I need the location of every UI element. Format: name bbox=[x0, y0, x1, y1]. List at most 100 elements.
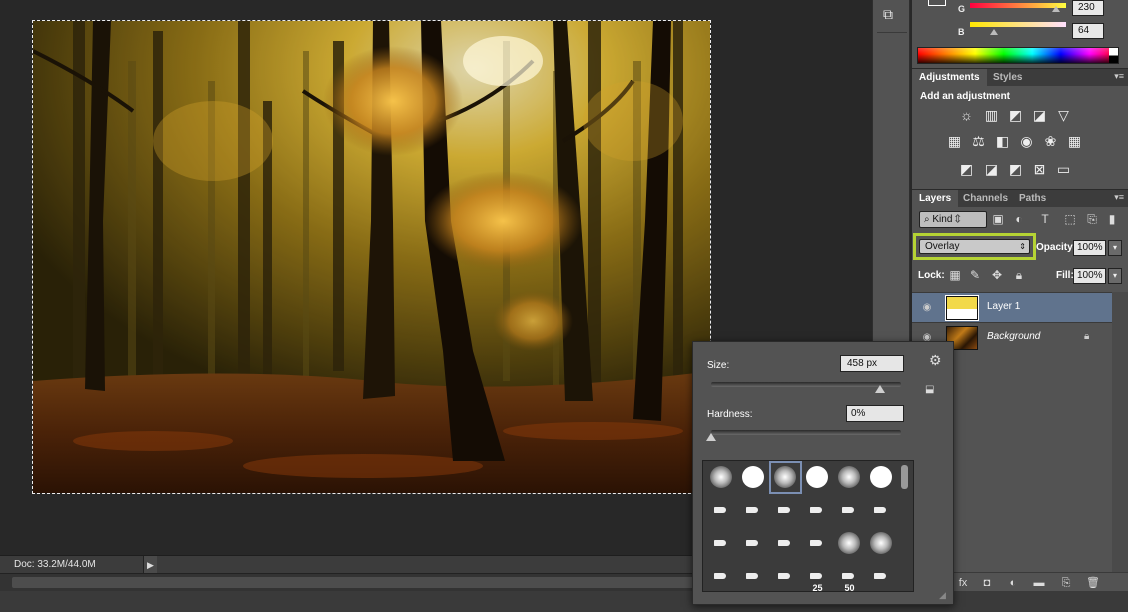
new-layer-icon[interactable]: ⎘ bbox=[1059, 576, 1073, 590]
tab-layers[interactable]: Layers bbox=[912, 190, 959, 208]
layer-name[interactable]: Layer 1 bbox=[987, 301, 1020, 312]
brush-preset[interactable] bbox=[801, 527, 834, 560]
status-menu-arrow-icon[interactable]: ▶ bbox=[143, 556, 157, 574]
forest-photo-canvas[interactable] bbox=[32, 20, 711, 494]
brush-preset[interactable] bbox=[865, 494, 898, 527]
lock-transparent-pixels-icon[interactable]: ▦ bbox=[948, 268, 962, 282]
brush-preset[interactable] bbox=[833, 527, 866, 560]
selective-color-icon[interactable]: ⊠ bbox=[1031, 161, 1048, 178]
new-adjustment-layer-icon[interactable]: ◐ bbox=[1006, 576, 1020, 590]
adjustments-panel-menu-icon[interactable]: ▾≡ bbox=[1114, 71, 1124, 82]
lock-image-pixels-icon[interactable]: ✎ bbox=[968, 268, 982, 282]
blend-mode-highlight: Overlay ⇕ bbox=[913, 233, 1036, 260]
green-channel-thumb[interactable] bbox=[1052, 6, 1061, 12]
type-filter-icon[interactable]: T bbox=[1037, 211, 1053, 227]
hue-saturation-icon[interactable]: ▦ bbox=[946, 133, 963, 150]
posterize-icon[interactable]: ◪ bbox=[983, 161, 1000, 178]
curves-icon[interactable]: ◩ bbox=[1007, 107, 1024, 124]
brightness-contrast-icon[interactable]: ☼ bbox=[958, 107, 975, 124]
brush-hardness-label: Hardness: bbox=[707, 409, 753, 420]
new-group-icon[interactable]: ▬ bbox=[1032, 576, 1046, 590]
color-spectrum-bar[interactable] bbox=[917, 47, 1119, 64]
layers-panel-menu-icon[interactable]: ▾≡ bbox=[1114, 192, 1124, 203]
brush-hardness-field[interactable]: 0% bbox=[846, 405, 904, 422]
brush-size-slider-thumb[interactable] bbox=[875, 385, 886, 393]
fill-field[interactable]: 100% bbox=[1073, 268, 1106, 284]
tab-channels[interactable]: Channels bbox=[956, 190, 1015, 208]
brush-preset[interactable] bbox=[737, 527, 770, 560]
brush-preset[interactable]: 50 bbox=[833, 560, 866, 591]
tab-paths[interactable]: Paths bbox=[1012, 190, 1053, 208]
3d-panel-icon[interactable]: ⧉ bbox=[883, 6, 901, 22]
fill-dropdown-icon[interactable]: ▾ bbox=[1108, 268, 1122, 284]
brush-hardness-slider[interactable] bbox=[711, 430, 901, 435]
brush-hardness-slider-thumb[interactable] bbox=[706, 433, 716, 441]
invert-icon[interactable]: ◩ bbox=[958, 161, 975, 178]
green-channel-value[interactable]: 230 bbox=[1072, 0, 1104, 16]
black-white-icon[interactable]: ◧ bbox=[994, 133, 1011, 150]
brush-preset[interactable]: 25 bbox=[801, 560, 834, 591]
levels-icon[interactable]: ▥ bbox=[983, 107, 1000, 124]
blue-channel-value[interactable]: 64 bbox=[1072, 23, 1104, 39]
blue-channel-thumb[interactable] bbox=[990, 29, 998, 35]
opacity-field[interactable]: 100% bbox=[1073, 240, 1106, 256]
presets-scrollbar-thumb[interactable] bbox=[901, 465, 908, 489]
gradient-map-icon[interactable]: ▭ bbox=[1055, 161, 1072, 178]
brush-preset[interactable] bbox=[833, 494, 866, 527]
brush-preset[interactable] bbox=[833, 461, 866, 494]
threshold-icon[interactable]: ◩ bbox=[1007, 161, 1024, 178]
blend-mode-value: Overlay bbox=[925, 241, 960, 252]
opacity-dropdown-icon[interactable]: ▾ bbox=[1108, 240, 1122, 256]
brush-preset[interactable] bbox=[865, 560, 898, 591]
black-white-swatch[interactable] bbox=[1109, 48, 1118, 63]
layer-filter-kind-select[interactable]: ⌕ Kind ⇕ bbox=[919, 211, 987, 228]
brush-preset[interactable] bbox=[737, 560, 770, 591]
layer-row-layer-1[interactable]: ◉ Layer 1 bbox=[912, 292, 1112, 322]
brush-preset[interactable] bbox=[801, 494, 834, 527]
smart-object-filter-icon[interactable]: ⎘ bbox=[1084, 211, 1100, 227]
dock-divider bbox=[877, 32, 907, 33]
brush-preset[interactable] bbox=[769, 560, 802, 591]
brush-preset[interactable] bbox=[769, 527, 802, 560]
brush-preset[interactable] bbox=[705, 494, 738, 527]
filter-toggle-icon[interactable]: ▮ bbox=[1104, 211, 1120, 227]
tab-styles[interactable]: Styles bbox=[986, 69, 1029, 87]
brush-preset[interactable] bbox=[705, 527, 738, 560]
color-balance-icon[interactable]: ⚖ bbox=[970, 133, 987, 150]
brush-preset[interactable] bbox=[865, 461, 898, 494]
brush-preset[interactable] bbox=[801, 461, 834, 494]
brush-preset[interactable] bbox=[865, 527, 898, 560]
lock-all-icon[interactable]: 🔒︎ bbox=[1012, 268, 1026, 282]
brush-preset-selected[interactable] bbox=[769, 461, 802, 494]
new-preset-icon[interactable]: ⬓ bbox=[925, 384, 937, 396]
brush-preset[interactable] bbox=[705, 560, 738, 591]
adjustment-filter-icon[interactable]: ◐ bbox=[1011, 211, 1027, 227]
pixel-filter-icon[interactable]: ▣ bbox=[990, 211, 1006, 227]
vibrance-icon[interactable]: ▽ bbox=[1055, 107, 1072, 124]
layer-name[interactable]: Background bbox=[987, 331, 1040, 342]
brush-preset[interactable] bbox=[705, 461, 738, 494]
layers-scrollbar[interactable] bbox=[1112, 292, 1128, 572]
photo-filter-icon[interactable]: ◉ bbox=[1018, 133, 1035, 150]
brush-preset[interactable] bbox=[737, 461, 770, 494]
resize-grip-icon[interactable]: ◢ bbox=[939, 590, 949, 600]
add-mask-icon[interactable]: ◘ bbox=[980, 576, 994, 590]
blue-channel-slider[interactable] bbox=[970, 22, 1066, 27]
brush-size-field[interactable]: 458 px bbox=[840, 355, 904, 372]
lock-position-icon[interactable]: ✥ bbox=[990, 268, 1004, 282]
delete-layer-icon[interactable]: 🗑︎ bbox=[1086, 576, 1100, 590]
lock-label: Lock: bbox=[918, 270, 945, 281]
blend-mode-select[interactable]: Overlay ⇕ bbox=[919, 239, 1030, 254]
brush-size-slider[interactable] bbox=[711, 382, 901, 387]
visibility-eye-icon[interactable]: ◉ bbox=[920, 302, 934, 314]
tab-adjustments[interactable]: Adjustments bbox=[912, 69, 987, 87]
exposure-icon[interactable]: ◪ bbox=[1031, 107, 1048, 124]
shape-filter-icon[interactable]: ⬚ bbox=[1062, 211, 1078, 227]
brush-preset[interactable] bbox=[737, 494, 770, 527]
layer-style-fx-icon[interactable]: fx bbox=[956, 576, 970, 590]
color-lookup-icon[interactable]: ▦ bbox=[1066, 133, 1083, 150]
foreground-color-swatch[interactable] bbox=[928, 0, 946, 6]
gear-icon[interactable]: ⚙ bbox=[929, 352, 945, 368]
brush-preset[interactable] bbox=[769, 494, 802, 527]
channel-mixer-icon[interactable]: ❀ bbox=[1042, 133, 1059, 150]
